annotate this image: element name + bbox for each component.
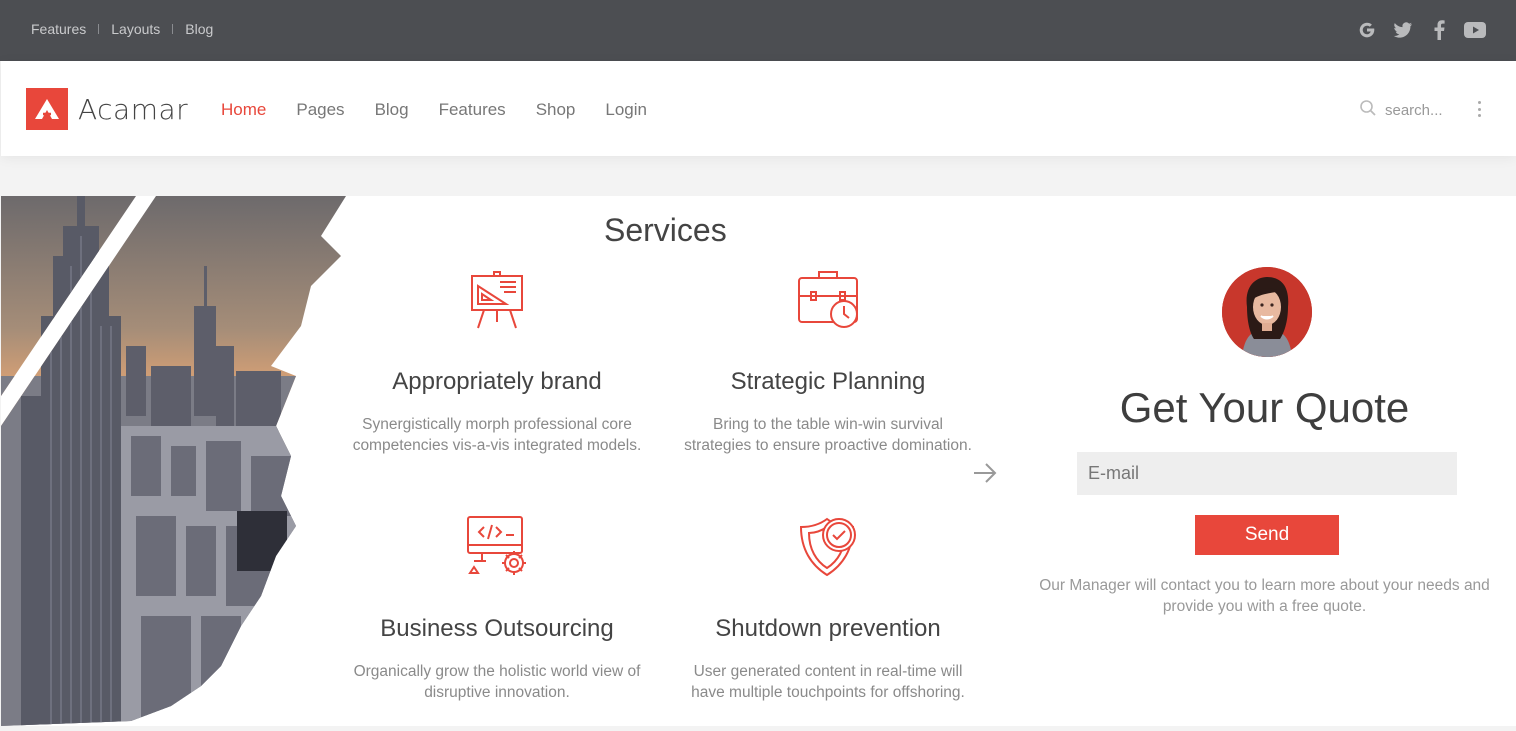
service-item: Strategic Planning Bring to the table wi… [678,268,978,456]
social-icons [1356,19,1486,41]
service-item: Shutdown prevention User generated conte… [678,515,978,703]
shield-clock-icon [797,515,859,577]
quote-note: Our Manager will contact you to learn mo… [1039,577,1490,615]
logo-mark-icon [26,88,68,130]
divider [98,24,100,34]
nav-pages[interactable]: Pages [296,100,344,120]
next-arrow-icon[interactable] [972,462,998,489]
service-title: Business Outsourcing [380,615,614,642]
facebook-icon[interactable] [1428,19,1450,41]
main-nav: Home Pages Blog Features Shop Login [221,100,647,120]
service-text: Synergistically morph professional core … [352,416,642,454]
divider [172,24,174,34]
service-title: Shutdown prevention [715,615,941,642]
nav-login[interactable]: Login [605,100,647,120]
quote-title: Get Your Quote [1119,384,1410,431]
send-button[interactable]: Send [1195,515,1339,555]
top-link-layouts[interactable]: Layouts [111,21,160,37]
monitor-code-icon [466,515,528,577]
search-icon [1359,99,1377,121]
city-skyline-image [1,196,346,726]
email-field[interactable] [1077,452,1457,495]
search-input[interactable]: search... [1385,102,1443,119]
briefcase-clock-icon [797,268,859,330]
brand-name: Acamar [78,92,189,126]
top-links: Features Layouts Blog [31,21,213,37]
services-title: Services [604,212,727,248]
service-item: Appropriately brand Synergistically morp… [347,268,647,456]
service-title: Strategic Planning [730,368,926,395]
nav-shop[interactable]: Shop [536,100,576,120]
top-link-features[interactable]: Features [31,21,86,37]
twitter-icon[interactable] [1392,19,1414,41]
nav-features[interactable]: Features [439,100,506,120]
presentation-board-icon [466,268,528,330]
google-icon[interactable] [1356,19,1378,41]
main-header: Acamar Home Pages Blog Features Shop Log… [1,61,1516,156]
service-text: Organically grow the holistic world view… [353,663,641,701]
logo[interactable]: Acamar [26,88,188,130]
top-link-blog[interactable]: Blog [185,21,213,37]
nav-blog[interactable]: Blog [375,100,409,120]
nav-home[interactable]: Home [221,100,266,120]
search-box[interactable]: search... [1359,99,1443,121]
more-menu-icon[interactable] [1476,101,1482,117]
service-text: User generated content in real-time will… [691,663,965,701]
service-title: Appropriately brand [392,368,602,395]
service-text: Bring to the table win-win survival stra… [684,416,972,454]
youtube-icon[interactable] [1464,19,1486,41]
service-item: Business Outsourcing Organically grow th… [347,515,647,703]
top-bar: Features Layouts Blog [0,0,1516,61]
avatar [1222,267,1312,357]
